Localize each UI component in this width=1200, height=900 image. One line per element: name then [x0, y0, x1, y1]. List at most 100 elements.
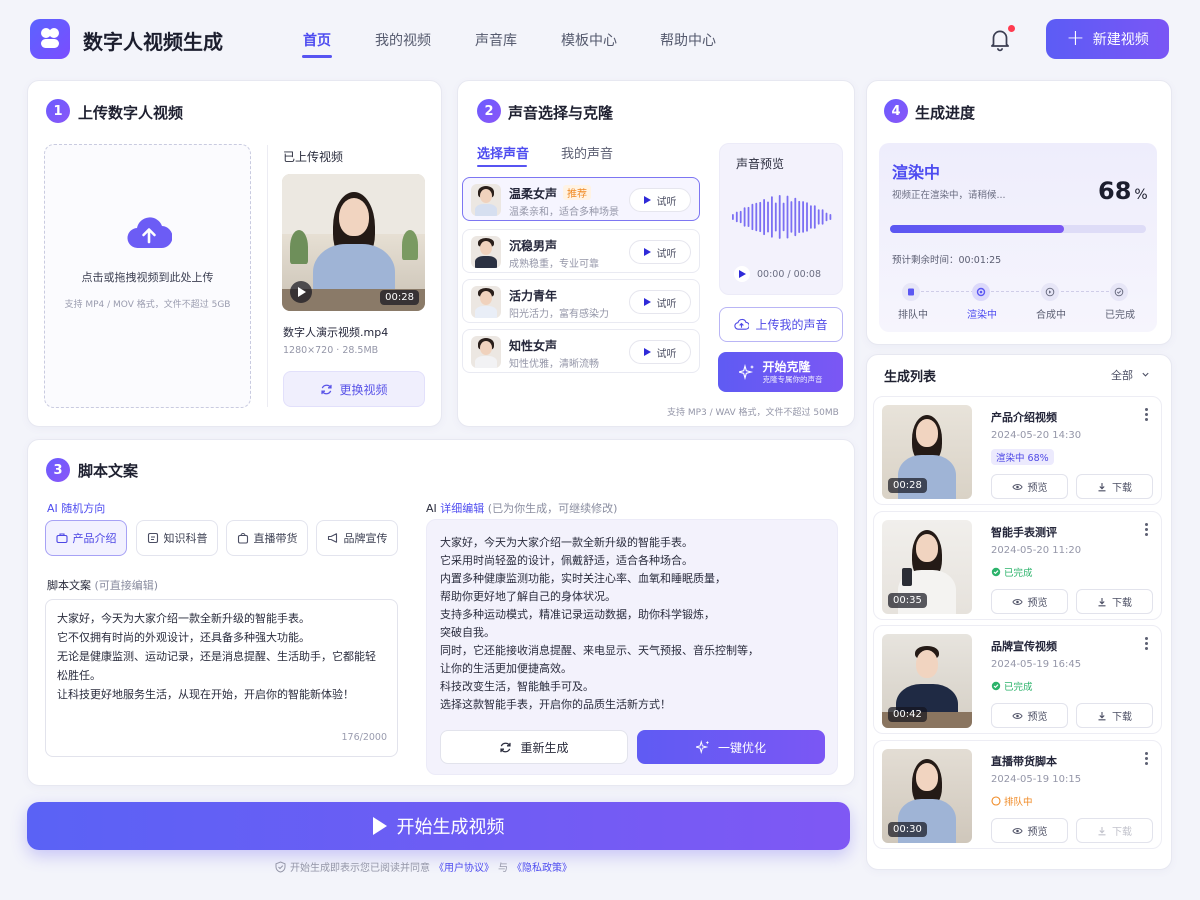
privacy-policy-link[interactable]: 《隐私政策》	[512, 859, 572, 874]
ai-script-line: 突破自我。	[440, 626, 495, 639]
char-count: 176/2000	[341, 732, 387, 743]
play-icon[interactable]	[290, 281, 312, 303]
status-text: 已完成	[1004, 682, 1033, 693]
play-icon	[643, 248, 651, 256]
nav-template-center[interactable]: 模板中心	[561, 30, 617, 50]
new-video-button[interactable]: + 新建视频	[1046, 19, 1169, 59]
optimize-button[interactable]: 一键优化	[637, 730, 825, 764]
uploaded-file-name: 数字人演示视频.mp4	[283, 326, 389, 339]
voice-item[interactable]: 知性女声 知性优雅，清晰流畅 试听	[462, 329, 700, 373]
status-text: 已完成	[1004, 568, 1033, 579]
chip-label: 直播带货	[253, 532, 298, 545]
listen-label: 试听	[656, 196, 677, 208]
play-icon	[372, 817, 387, 835]
more-icon[interactable]	[1141, 751, 1151, 765]
preview-label: 预览	[1027, 712, 1048, 723]
preview-button[interactable]: 预览	[991, 474, 1068, 499]
filter-label: 全部	[1111, 369, 1133, 382]
upload-title: 上传数字人视频	[78, 104, 184, 122]
ai-script-editor[interactable]: 大家好，今天为大家介绍一款全新升级的智能手表。 它采用时尚轻盈的设计，佩戴舒适，…	[426, 519, 838, 775]
upload-voice-button[interactable]: 上传我的声音	[719, 307, 843, 342]
shopping-bag-icon	[237, 532, 248, 544]
chip-knowledge[interactable]: 知识科普	[136, 520, 218, 556]
start-generate-button[interactable]: 开始生成视频	[27, 802, 850, 850]
play-icon	[739, 270, 746, 278]
download-button: 下载	[1076, 818, 1153, 843]
nav-home[interactable]: 首页	[303, 30, 331, 50]
video-name: 直播带货脚本	[991, 755, 1057, 768]
waveform-bar	[759, 201, 762, 233]
waveform-bar	[743, 207, 746, 227]
voice-item[interactable]: 活力青年 阳光活力，富有感染力 试听	[462, 279, 700, 323]
gen-list-item[interactable]: 00:28 产品介绍视频 2024-05-20 14:30 渲染中 68% 预览…	[873, 396, 1162, 505]
voice-item[interactable]: 沉稳男声 成熟稳重，专业可靠 试听	[462, 229, 700, 273]
video-thumbnail: 00:28	[882, 405, 972, 499]
start-clone-button[interactable]: 开始克隆 克隆专属你的声音	[718, 352, 843, 392]
gen-list-item[interactable]: 00:30 直播带货脚本 2024-05-19 10:15 排队中 预览 下载	[873, 740, 1162, 849]
step-label: 排队中	[898, 310, 928, 321]
listen-button[interactable]: 试听	[629, 240, 691, 264]
script-label: 脚本文案 (可直接编辑)	[47, 577, 158, 593]
download-label: 下载	[1112, 712, 1132, 723]
listen-label: 试听	[656, 348, 677, 360]
waveform-bar	[794, 197, 797, 237]
waveform-bar	[782, 202, 785, 232]
gen-list-item[interactable]: 00:42 品牌宣传视频 2024-05-19 16:45 已完成 预览 下载	[873, 625, 1162, 734]
nav-voice-library[interactable]: 声音库	[475, 30, 517, 50]
tab-select-voice[interactable]: 选择声音	[477, 143, 529, 162]
dropzone-text: 点击或拖拽视频到此处上传	[81, 271, 214, 284]
script-title: 脚本文案	[78, 462, 139, 480]
replace-video-button[interactable]: 更换视频	[283, 371, 425, 407]
user-agreement-link[interactable]: 《用户协议》	[434, 859, 494, 874]
download-button[interactable]: 下载	[1076, 703, 1153, 728]
step-label: 合成中	[1036, 310, 1066, 321]
sparkle-icon	[695, 740, 710, 754]
ai-script-line: 同时，它还能接收消息提醒、来电显示、天气预报、音乐控制等，	[440, 644, 759, 657]
download-label: 下载	[1112, 827, 1132, 838]
progress-percent-unit: %	[1134, 187, 1148, 203]
step-number: 2	[477, 99, 501, 123]
steps-connector	[911, 291, 1119, 292]
preview-button[interactable]: 预览	[991, 818, 1068, 843]
preview-label: 预览	[1027, 598, 1048, 609]
gen-list-filter[interactable]: 全部	[1111, 367, 1150, 383]
start-clone-label: 开始克隆	[762, 359, 811, 374]
chip-brand[interactable]: 品牌宣传	[316, 520, 398, 556]
voice-name: 活力青年	[509, 289, 558, 303]
new-video-label: 新建视频	[1092, 32, 1149, 48]
uploaded-video-thumbnail[interactable]: 00:28	[282, 174, 425, 311]
more-icon[interactable]	[1141, 407, 1151, 421]
uploaded-file-meta: 1280×720 · 28.5MB	[283, 345, 379, 356]
more-icon[interactable]	[1141, 522, 1151, 536]
preview-button[interactable]: 预览	[991, 589, 1068, 614]
preview-play-button[interactable]	[734, 266, 750, 282]
script-textarea[interactable]: 大家好，今天为大家介绍一款全新升级的智能手表。 它不仅拥有时尚的外观设计，还具备…	[45, 599, 398, 757]
more-icon[interactable]	[1141, 636, 1151, 650]
regenerate-button[interactable]: 重新生成	[440, 730, 628, 764]
nav-my-videos[interactable]: 我的视频	[375, 30, 431, 50]
video-dropzone[interactable]: 点击或拖拽视频到此处上传 支持 MP4 / MOV 格式，文件不超过 5GB	[44, 144, 251, 408]
nav-help-center[interactable]: 帮助中心	[660, 30, 716, 50]
gen-list-item[interactable]: 00:35 智能手表测评 2024-05-20 11:20 已完成 预览 下载	[873, 511, 1162, 620]
ai-random-label: AI 随机方向	[47, 502, 106, 515]
download-button[interactable]: 下载	[1076, 474, 1153, 499]
listen-button[interactable]: 试听	[629, 188, 691, 212]
listen-button[interactable]: 试听	[629, 340, 691, 364]
progress-status-desc: 视频正在渲染中，请稍候...	[892, 190, 1006, 201]
waveform-bar	[810, 205, 812, 229]
eye-icon	[1011, 598, 1023, 605]
play-icon	[643, 196, 651, 204]
progress-track	[890, 225, 1146, 233]
download-button[interactable]: 下载	[1076, 589, 1153, 614]
voice-item[interactable]: 温柔女声 推荐 温柔亲和，适合多种场景 试听	[462, 177, 700, 221]
chip-product-intro[interactable]: 产品介绍	[45, 520, 127, 556]
tab-my-voice[interactable]: 我的声音	[561, 143, 613, 162]
preview-button[interactable]: 预览	[991, 703, 1068, 728]
chip-livestream[interactable]: 直播带货	[226, 520, 308, 556]
listen-button[interactable]: 试听	[629, 290, 691, 314]
status-badge: 已完成	[991, 678, 1038, 694]
download-icon	[1098, 597, 1106, 606]
listen-label: 试听	[656, 298, 677, 310]
script-line: 它不仅拥有时尚的外观设计，还具备多种强大功能。	[57, 631, 310, 644]
script-label-hint: (可直接编辑)	[94, 579, 159, 592]
